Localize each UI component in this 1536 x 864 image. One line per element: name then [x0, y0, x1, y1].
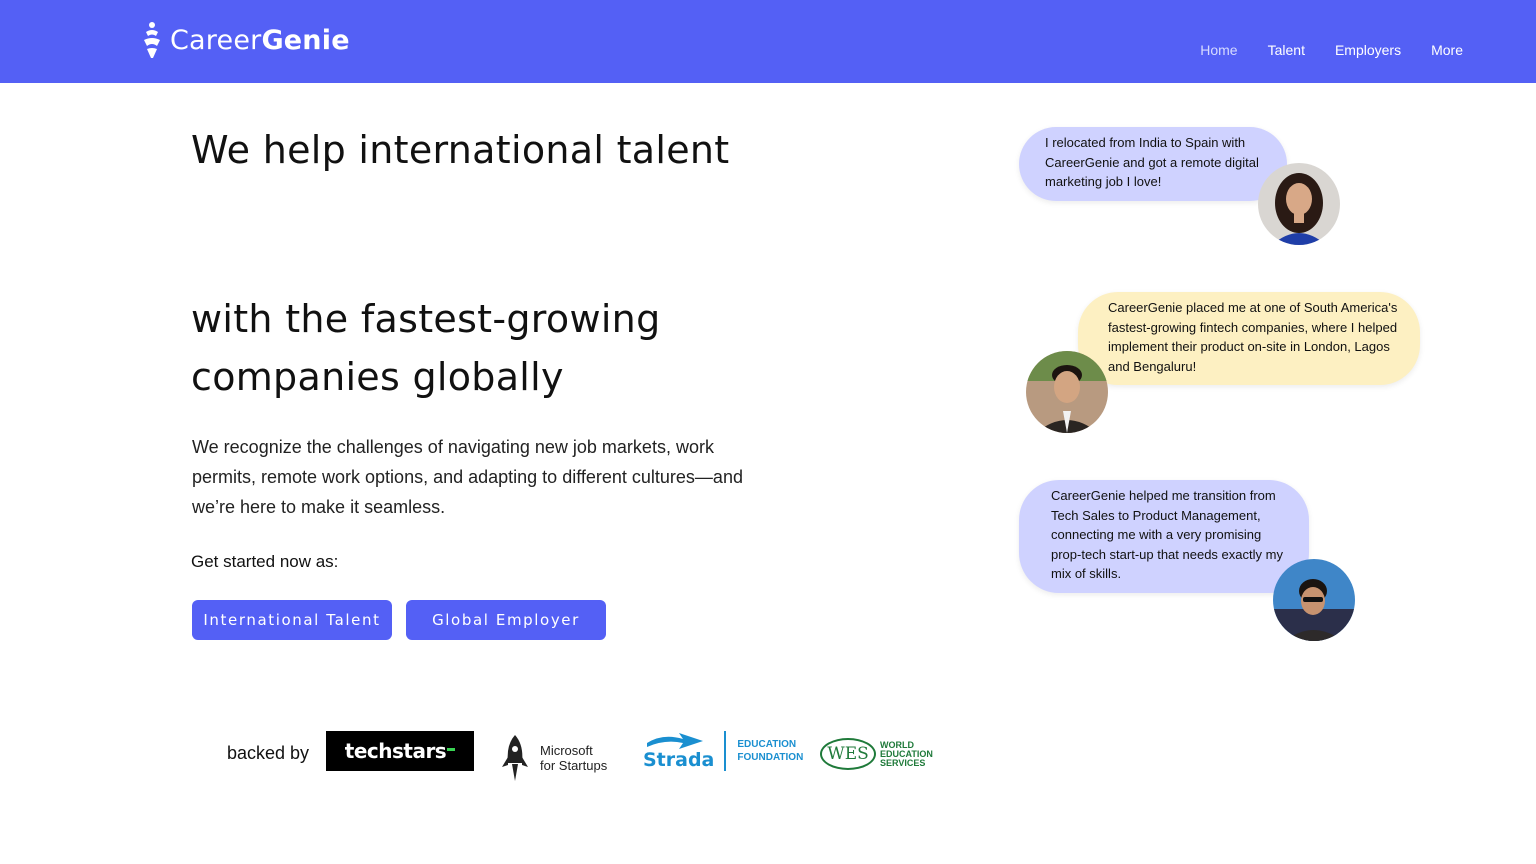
strada-wordmark: Strada	[643, 749, 715, 771]
nav-talent[interactable]: Talent	[1268, 42, 1305, 58]
testimonial-bubble-2: CareerGenie placed me at one of South Am…	[1078, 292, 1420, 385]
testimonial-avatar-2	[1026, 351, 1108, 433]
strada-mark: Strada	[643, 731, 714, 771]
international-talent-button[interactable]: International Talent	[192, 600, 392, 640]
hero-title-line1: We help international talent	[191, 128, 730, 172]
genie-lamp-icon	[144, 22, 160, 58]
nav-more[interactable]: More	[1431, 42, 1463, 58]
careergenie-logo[interactable]: CareerGenie	[140, 20, 350, 60]
testimonial-avatar-3	[1273, 559, 1355, 641]
brand-name-bold: Genie	[261, 24, 350, 56]
hero-description: We recognize the challenges of navigatin…	[192, 437, 743, 517]
microsoft-line1: Microsoft	[540, 743, 593, 758]
man-suit-avatar-icon	[1026, 351, 1108, 433]
strada-subtitle: EDUCATION FOUNDATION	[737, 738, 803, 764]
main-nav: Home Talent Employers More	[1200, 42, 1463, 58]
microsoft-line2: for Startups	[540, 758, 608, 773]
top-header: CareerGenie Home Talent Employers More	[0, 0, 1536, 83]
nav-home[interactable]: Home	[1200, 42, 1237, 58]
testimonial-bubble-3: CareerGenie helped me transition from Te…	[1019, 480, 1309, 593]
man-glasses-avatar-icon	[1273, 559, 1355, 641]
microsoft-for-startups-logo: Microsoft for Startups	[500, 733, 607, 783]
rocket-icon	[502, 735, 528, 781]
wes-mark: WES	[820, 738, 876, 770]
woman-avatar-icon	[1258, 163, 1340, 245]
brand-name: CareerGenie	[170, 25, 350, 56]
backed-by-label: backed by	[227, 743, 310, 763]
techstars-underscore	[447, 748, 456, 751]
testimonial-bubble-1: I relocated from India to Spain with Car…	[1019, 127, 1287, 201]
techstars-wordmark: techstars	[344, 739, 447, 763]
strada-education-logo: Strada EDUCATION FOUNDATION	[643, 731, 803, 771]
wes-logo: WES WORLD EDUCATION SERVICES	[820, 738, 933, 770]
strada-swoosh-icon	[647, 733, 703, 749]
techstars-logo: techstars	[326, 731, 474, 771]
strada-divider	[724, 731, 727, 771]
testimonial-avatar-1	[1258, 163, 1340, 245]
nav-employers[interactable]: Employers	[1335, 42, 1401, 58]
wes-line3: SERVICES	[880, 757, 926, 768]
get-started-label: Get started now as:	[191, 552, 339, 571]
brand-name-light: Career	[170, 24, 262, 56]
strada-line2: FOUNDATION	[737, 752, 804, 763]
hero-title-line2: with the fastest-growing companies globa…	[191, 297, 661, 399]
microsoft-text: Microsoft for Startups	[540, 743, 607, 773]
strada-line1: EDUCATION	[737, 739, 797, 750]
wes-subtitle: WORLD EDUCATION SERVICES	[880, 740, 933, 768]
global-employer-button[interactable]: Global Employer	[406, 600, 606, 640]
